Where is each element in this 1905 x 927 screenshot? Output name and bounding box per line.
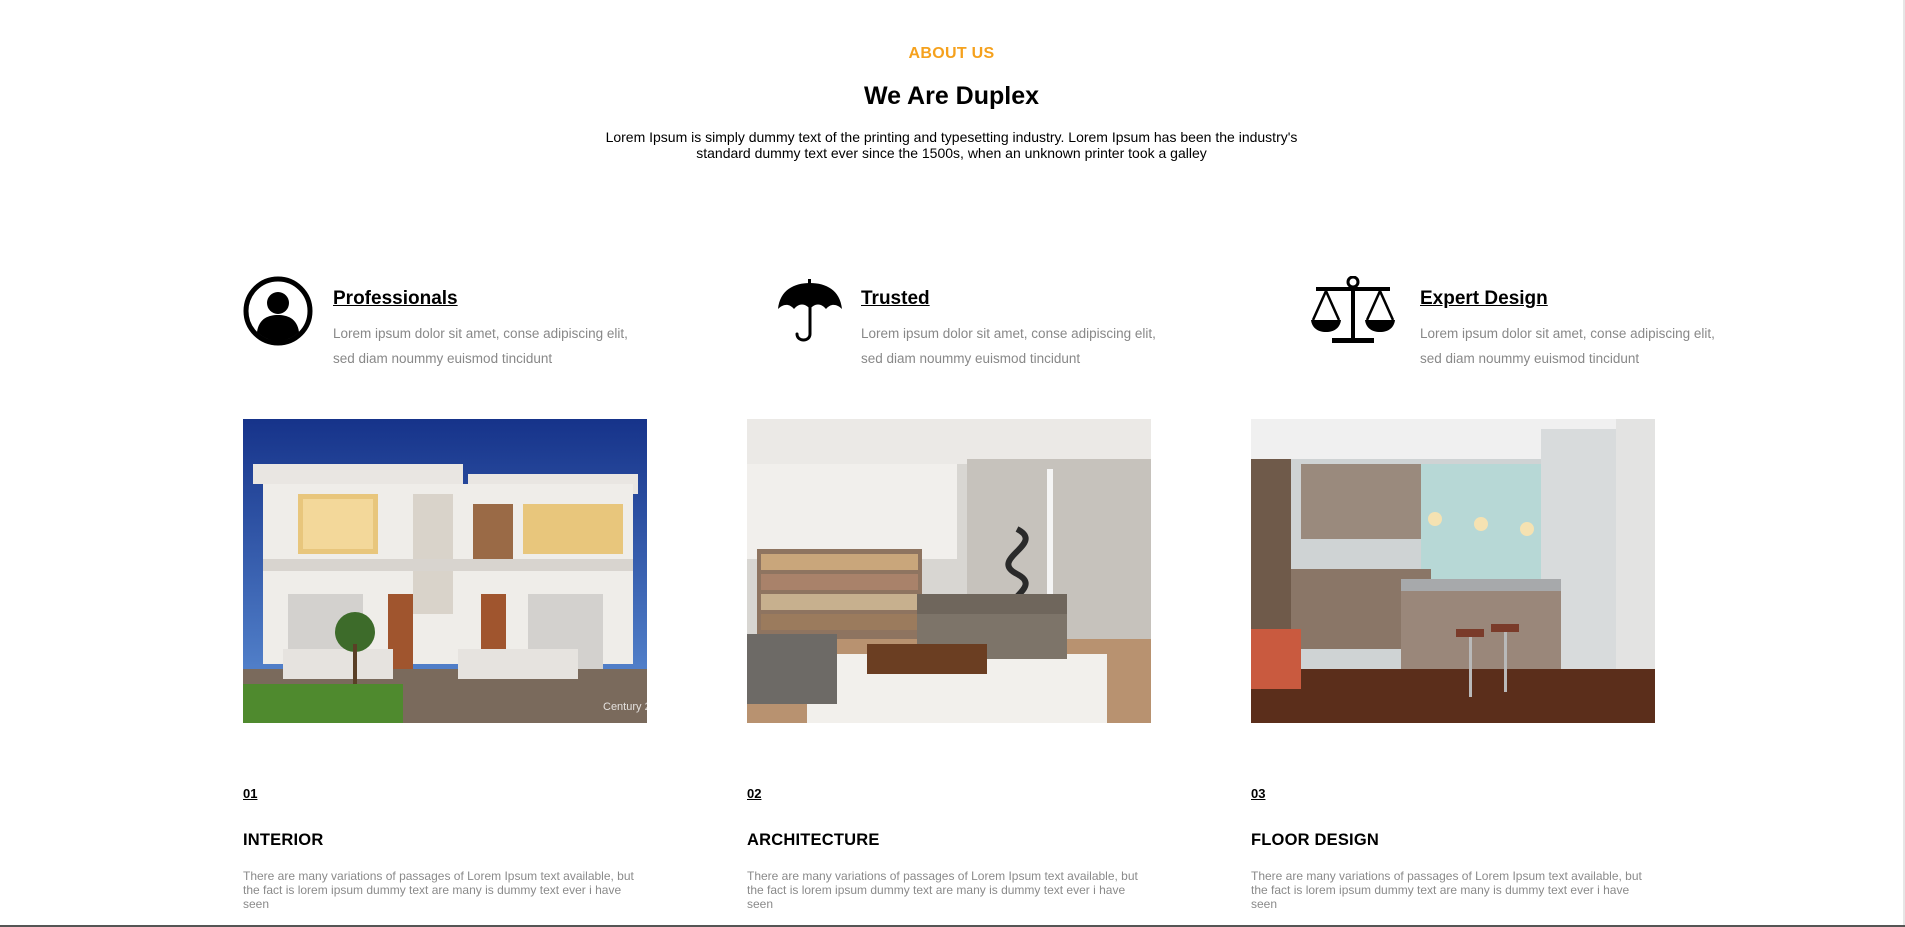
feature-desc-expert-design: Lorem ipsum dolor sit amet, conse adipis… bbox=[1420, 326, 1715, 366]
user-circle-icon bbox=[243, 276, 313, 351]
card-number: 02 bbox=[747, 786, 762, 801]
feature-desc-professionals: Lorem ipsum dolor sit amet, conse adipis… bbox=[333, 326, 628, 366]
service-card-interior: Century 21 01 INTERIOR There are many va… bbox=[243, 419, 647, 911]
feature-title-expert-design[interactable]: Expert Design bbox=[1420, 288, 1548, 310]
about-intro: Lorem Ipsum is simply dummy text of the … bbox=[605, 129, 1298, 161]
century21-watermark: Century 21 bbox=[603, 701, 647, 713]
about-section: ABOUT US We Are Duplex Lorem Ipsum is si… bbox=[0, 45, 1903, 161]
about-eyebrow: ABOUT US bbox=[908, 45, 995, 62]
scales-icon bbox=[1310, 275, 1396, 353]
umbrella-icon bbox=[777, 276, 843, 349]
living-room-photo bbox=[747, 419, 1151, 723]
kitchen-photo bbox=[1251, 419, 1655, 723]
card-number: 03 bbox=[1251, 786, 1266, 801]
card-number: 01 bbox=[243, 786, 258, 801]
service-card-architecture: 02 ARCHITECTURE There are many variation… bbox=[747, 419, 1151, 911]
feature-title-trusted[interactable]: Trusted bbox=[861, 288, 930, 310]
card-desc: There are many variations of passages of… bbox=[1251, 869, 1642, 911]
feature-desc-trusted: Lorem ipsum dolor sit amet, conse adipis… bbox=[861, 326, 1156, 366]
house-exterior-photo: Century 21 bbox=[243, 419, 647, 723]
service-card-floor-design: 03 FLOOR DESIGN There are many variation… bbox=[1251, 419, 1655, 911]
about-title: We Are Duplex bbox=[863, 82, 1040, 110]
card-desc: There are many variations of passages of… bbox=[747, 869, 1138, 911]
card-title: ARCHITECTURE bbox=[747, 831, 880, 849]
card-title: INTERIOR bbox=[243, 831, 324, 849]
card-title: FLOOR DESIGN bbox=[1251, 831, 1379, 849]
feature-title-professionals[interactable]: Professionals bbox=[333, 288, 458, 310]
card-desc: There are many variations of passages of… bbox=[243, 869, 634, 911]
